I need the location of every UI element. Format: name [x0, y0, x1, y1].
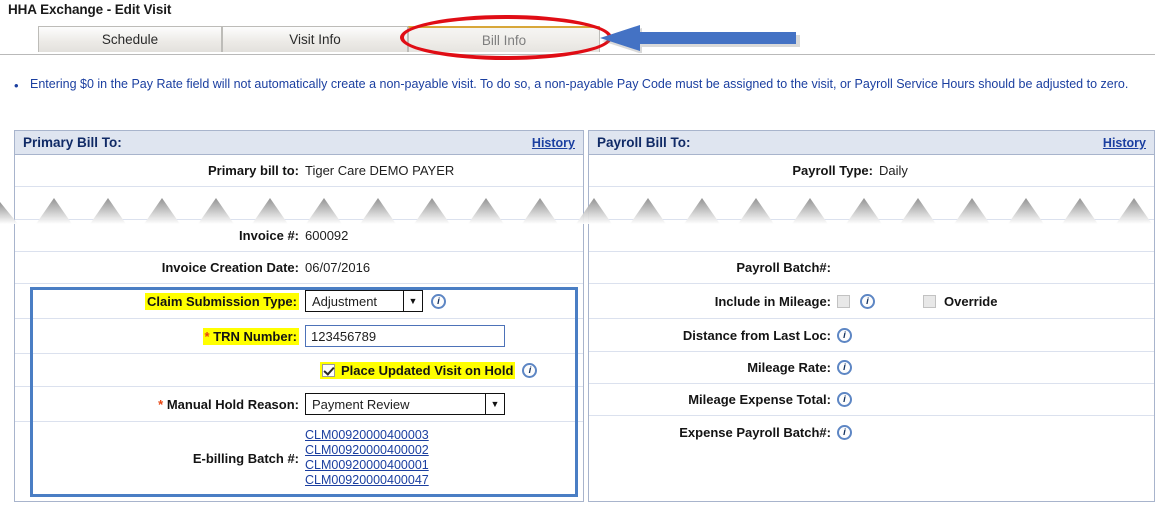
mileage-expense-total-label: Mileage Expense Total:	[688, 392, 831, 407]
ebilling-batch-link[interactable]: CLM00920000400002	[305, 443, 429, 458]
distance-from-last-loc-label: Distance from Last Loc:	[682, 327, 831, 343]
primary-panel-title: Primary Bill To:	[23, 135, 122, 150]
payroll-bill-to-panel: Payroll Bill To: History Payroll Type: D…	[588, 130, 1155, 502]
invoice-number-label: Invoice #:	[239, 228, 299, 243]
row-trn-number: * TRN Number:	[15, 319, 583, 354]
manual-hold-reason-value: Payment Review	[312, 396, 410, 412]
row-distance-from-last-loc: Distance from Last Loc: i	[589, 319, 1154, 352]
trn-required-marker: *	[204, 328, 210, 344]
chevron-down-icon[interactable]: ▼	[485, 394, 504, 414]
notice-text: Entering $0 in the Pay Rate field will n…	[30, 77, 1129, 91]
row-mileage-expense-total: Mileage Expense Total: i	[589, 384, 1154, 416]
row-invoice-creation-date: Invoice Creation Date: 06/07/2016	[15, 252, 583, 284]
row-expense-payroll-batch: Expense Payroll Batch#: i	[589, 416, 1154, 448]
tab-bill-info[interactable]: Bill Info	[408, 26, 600, 52]
row-ebilling-batch: E-billing Batch #: CLM00920000400003 CLM…	[15, 422, 583, 494]
ebilling-batch-label: E-billing Batch #:	[192, 450, 299, 466]
row-mileage-rate: Mileage Rate: i	[589, 352, 1154, 384]
primary-history-link[interactable]: History	[532, 131, 575, 155]
claim-submission-type-select[interactable]: Adjustment ▼	[305, 290, 423, 312]
claim-submission-type-label: Claim Submission Type:	[15, 292, 305, 310]
invoice-number-value: 600092	[305, 228, 349, 243]
manual-hold-required-marker: *	[158, 396, 164, 412]
row-spacer-1	[589, 220, 1154, 252]
row-claim-submission-type: Claim Submission Type: Adjustment ▼ i	[15, 284, 583, 319]
row-place-on-hold: Place Updated Visit on Hold i	[15, 354, 583, 387]
tab-bar: Schedule Visit Info Bill Info	[0, 26, 1155, 55]
trn-number-label-text: * TRN Number:	[202, 327, 299, 345]
payroll-type-value: Daily	[879, 163, 908, 178]
row-include-in-mileage: Include in Mileage: i Override	[589, 284, 1154, 319]
override-checkbox[interactable]	[923, 294, 936, 308]
row-primary-bill-to: Primary bill to: Tiger Care DEMO PAYER	[15, 155, 583, 187]
expense-payroll-batch-label: Expense Payroll Batch#:	[679, 424, 831, 440]
place-on-hold-label: Place Updated Visit on Hold	[341, 362, 514, 378]
tab-visit-info[interactable]: Visit Info	[222, 26, 408, 52]
payroll-history-link[interactable]: History	[1103, 131, 1146, 155]
invoice-creation-date-value: 06/07/2016	[305, 260, 371, 275]
page-root: HHA Exchange - Edit Visit Schedule Visit…	[0, 0, 1155, 505]
include-in-mileage-label: Include in Mileage:	[714, 293, 831, 309]
include-in-mileage-info-icon[interactable]: i	[860, 293, 875, 309]
tab-schedule[interactable]: Schedule	[38, 26, 222, 52]
notice-message: • Entering $0 in the Pay Rate field will…	[14, 76, 1144, 93]
payroll-batch-label: Payroll Batch#:	[736, 260, 831, 275]
override-label: Override	[944, 293, 998, 309]
expense-payroll-batch-info-icon[interactable]: i	[837, 424, 852, 440]
row-payroll-batch: Payroll Batch#:	[589, 252, 1154, 284]
claim-submission-type-value: Adjustment	[312, 293, 378, 309]
primary-panel-header: Primary Bill To: History	[15, 131, 583, 155]
mileage-expense-total-info-icon[interactable]: i	[837, 392, 852, 407]
claim-submission-type-label-text: Claim Submission Type:	[144, 292, 299, 310]
primary-bill-to-panel: Primary Bill To: History Primary bill to…	[14, 130, 584, 502]
primary-bill-to-value: Tiger Care DEMO PAYER	[305, 163, 455, 178]
chevron-down-icon[interactable]: ▼	[403, 291, 422, 311]
place-on-hold-info-icon[interactable]: i	[522, 362, 538, 378]
include-in-mileage-checkbox[interactable]	[837, 294, 850, 308]
row-invoice-number: Invoice #: 600092	[15, 220, 583, 252]
mileage-rate-info-icon[interactable]: i	[837, 360, 852, 375]
ebilling-batch-link[interactable]: CLM00920000400001	[305, 458, 429, 473]
place-on-hold-group: Place Updated Visit on Hold	[320, 361, 516, 379]
place-on-hold-checkbox[interactable]	[322, 363, 335, 377]
distance-from-last-loc-info-icon[interactable]: i	[837, 327, 852, 343]
payroll-type-label: Payroll Type:	[792, 163, 873, 178]
page-title: HHA Exchange - Edit Visit	[8, 2, 172, 17]
payroll-panel-title: Payroll Bill To:	[597, 135, 691, 150]
row-obscured-1	[15, 187, 583, 220]
trn-number-input[interactable]	[305, 325, 505, 347]
manual-hold-reason-label-text: Manual Hold Reason:	[166, 396, 299, 412]
bullet-icon: •	[14, 78, 19, 93]
ebilling-batch-link[interactable]: CLM00920000400003	[305, 428, 429, 443]
mileage-rate-label: Mileage Rate:	[747, 360, 831, 375]
row-payroll-type: Payroll Type: Daily	[589, 155, 1154, 187]
row-obscured-2	[589, 187, 1154, 220]
ebilling-batch-list: CLM00920000400003 CLM00920000400002 CLM0…	[305, 428, 429, 488]
manual-hold-reason-label: * Manual Hold Reason:	[15, 397, 305, 412]
primary-bill-to-label: Primary bill to:	[207, 163, 299, 178]
invoice-creation-date-label: Invoice Creation Date:	[161, 260, 299, 275]
ebilling-batch-link[interactable]: CLM00920000400047	[305, 473, 429, 488]
claim-submission-type-info-icon[interactable]: i	[431, 293, 446, 309]
row-manual-hold-reason: * Manual Hold Reason: Payment Review ▼	[15, 387, 583, 422]
manual-hold-reason-select[interactable]: Payment Review ▼	[305, 393, 505, 415]
trn-number-label: * TRN Number:	[15, 327, 305, 345]
payroll-panel-header: Payroll Bill To: History	[589, 131, 1154, 155]
